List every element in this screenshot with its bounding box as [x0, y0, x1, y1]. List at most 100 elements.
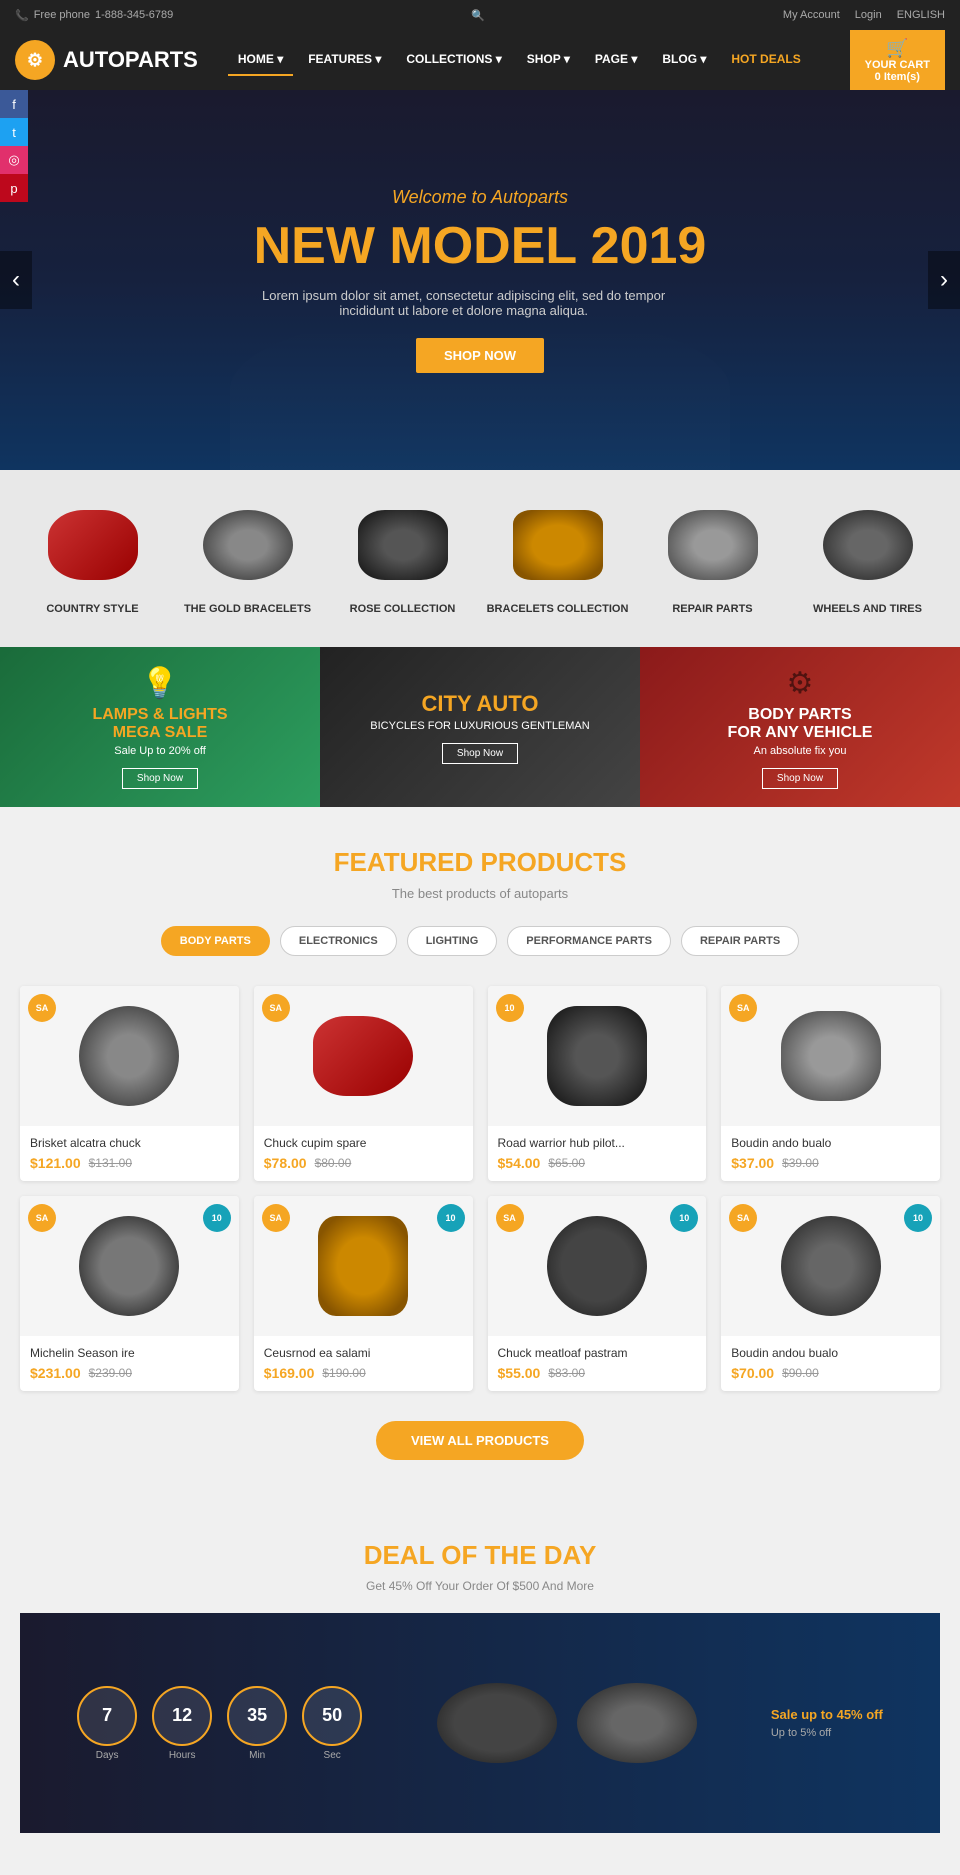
product-info: Chuck meatloaf pastram $55.00 $83.00 — [488, 1336, 707, 1391]
nav-home[interactable]: HOME ▾ — [228, 44, 293, 76]
product-card[interactable]: SA 10 Ceusrnod ea salami $169.00 $190.00 — [254, 1196, 473, 1391]
price-old: $65.00 — [548, 1156, 585, 1170]
phone-icon: 📞 — [15, 9, 29, 22]
product-price: $55.00 $83.00 — [498, 1365, 697, 1381]
nav-shop[interactable]: SHOP ▾ — [517, 44, 580, 76]
promo-city-subtitle: BICYCLES FOR LUXURIOUS GENTLEMAN — [370, 720, 589, 732]
product-card[interactable]: SA 10 Chuck meatloaf pastram $55.00 $83.… — [488, 1196, 707, 1391]
header: ⚙ AUTOPARTS HOME ▾ FEATURES ▾ COLLECTION… — [0, 30, 960, 90]
promo-body-btn[interactable]: Shop Now — [762, 768, 838, 789]
nav-collections[interactable]: COLLECTIONS ▾ — [396, 44, 511, 76]
deal-product-2 — [577, 1683, 697, 1763]
category-label-country-style: COUNTRY STYLE — [46, 602, 138, 617]
category-repair-parts[interactable]: REPAIR PARTS — [640, 500, 785, 617]
my-account-link[interactable]: My Account — [783, 9, 840, 21]
promo-banners: 💡 LAMPS & LIGHTSMEGA SALE Sale Up to 20%… — [0, 647, 960, 807]
logo[interactable]: ⚙ AUTOPARTS — [15, 40, 198, 80]
timer-hours-label: Hours — [152, 1750, 212, 1761]
product-info: Ceusrnod ea salami $169.00 $190.00 — [254, 1336, 473, 1391]
instagram-icon[interactable]: ◎ — [0, 146, 28, 174]
product-card[interactable]: SA Boudin ando bualo $37.00 $39.00 — [721, 986, 940, 1181]
logo-icon: ⚙ — [15, 40, 55, 80]
product-name: Boudin ando bualo — [731, 1136, 930, 1150]
promo-banner-lamps[interactable]: 💡 LAMPS & LIGHTSMEGA SALE Sale Up to 20%… — [0, 647, 320, 807]
tab-repair[interactable]: REPAIR PARTS — [681, 926, 799, 956]
tab-body-parts[interactable]: BODY PARTS — [161, 926, 270, 956]
featured-section: FEATURED PRODUCTS The best products of a… — [0, 807, 960, 1500]
tab-electronics[interactable]: ELECTRONICS — [280, 926, 397, 956]
price-old: $83.00 — [548, 1366, 585, 1380]
nav-blog[interactable]: BLOG ▾ — [652, 44, 716, 76]
facebook-icon[interactable]: f — [0, 90, 28, 118]
timer-days: 7 Days — [77, 1686, 137, 1761]
deal-title: DEAL OF THE DAY — [20, 1540, 940, 1571]
category-bracelets-collection[interactable]: BRACELETS COLLECTION — [485, 500, 630, 617]
cart-button[interactable]: 🛒 YOUR CART 0 Item(s) — [850, 30, 945, 90]
promo-banner-body[interactable]: ⚙ BODY PARTSFOR ANY VEHICLE An absolute … — [640, 647, 960, 807]
category-grid: COUNTRY STYLE THE GOLD BRACELETS ROSE CO… — [20, 500, 940, 617]
timer-hours: 12 Hours — [152, 1686, 212, 1761]
promo-city-btn[interactable]: Shop Now — [442, 743, 518, 764]
tab-performance[interactable]: PERFORMANCE PARTS — [507, 926, 671, 956]
hero-subtitle: Welcome to Autoparts — [254, 187, 707, 208]
view-more-button[interactable]: VIEW ALL PRODUCTS — [376, 1421, 584, 1460]
phone-number[interactable]: 1-888-345-6789 — [95, 9, 173, 21]
pinterest-icon[interactable]: p — [0, 174, 28, 202]
price-old: $39.00 — [782, 1156, 819, 1170]
hero-next-button[interactable]: › — [928, 251, 960, 309]
category-label-wheels-tires: WHEELS AND TIRES — [813, 602, 922, 617]
hero-cta-button[interactable]: SHOP NOW — [416, 338, 544, 373]
promo-lamps-btn[interactable]: Shop Now — [122, 768, 198, 789]
language-selector[interactable]: ENGLISH — [897, 9, 945, 21]
main-nav: HOME ▾ FEATURES ▾ COLLECTIONS ▾ SHOP ▾ P… — [228, 44, 811, 76]
bumper-img — [313, 1016, 413, 1096]
deal-subtitle: Get 45% Off Your Order Of $500 And More — [20, 1579, 940, 1593]
login-link[interactable]: Login — [855, 9, 882, 21]
deal-offer-text: Up to 5% off — [771, 1727, 883, 1739]
product-card[interactable]: SA 10 Boudin andou bualo $70.00 $90.00 — [721, 1196, 940, 1391]
promo-banner-city[interactable]: CITY AUTO BICYCLES FOR LUXURIOUS GENTLEM… — [320, 647, 640, 807]
price-old: $239.00 — [89, 1366, 132, 1380]
deal-heading: DEAL OF THE DAY — [20, 1540, 940, 1571]
categories-section: COUNTRY STYLE THE GOLD BRACELETS ROSE CO… — [0, 470, 960, 647]
price-current: $54.00 — [498, 1155, 541, 1171]
price-current: $231.00 — [30, 1365, 81, 1381]
category-img-repair-parts — [658, 500, 768, 590]
product-card[interactable]: SA Brisket alcatra chuck $121.00 $131.00 — [20, 986, 239, 1181]
tire-img — [547, 1216, 647, 1316]
nav-page[interactable]: PAGE ▾ — [585, 44, 647, 76]
category-wheels-tires[interactable]: WHEELS AND TIRES — [795, 500, 940, 617]
product-card[interactable]: SA 10 Michelin Season ire $231.00 $239.0… — [20, 1196, 239, 1391]
product-card[interactable]: SA Chuck cupim spare $78.00 $80.00 — [254, 986, 473, 1181]
category-label-rose-collection: ROSE COLLECTION — [350, 602, 456, 617]
twitter-icon[interactable]: t — [0, 118, 28, 146]
category-country-style[interactable]: COUNTRY STYLE — [20, 500, 165, 617]
top-bar-right: My Account Login ENGLISH — [783, 9, 945, 21]
deal-timer: 7 Days 12 Hours 35 Min 50 Sec — [77, 1686, 362, 1761]
nav-features[interactable]: FEATURES ▾ — [298, 44, 391, 76]
featured-heading-highlight: FEATURED — [334, 847, 474, 877]
product-name: Brisket alcatra chuck — [30, 1136, 229, 1150]
nav-hot-deals[interactable]: HOT DEALS — [721, 44, 810, 76]
product-badge-blue: 10 — [203, 1204, 231, 1232]
country-style-icon — [48, 510, 138, 580]
price-old: $131.00 — [89, 1156, 132, 1170]
filter-img — [318, 1216, 408, 1316]
rose-collection-icon — [358, 510, 448, 580]
product-price: $169.00 $190.00 — [264, 1365, 463, 1381]
product-name: Ceusrnod ea salami — [264, 1346, 463, 1360]
search-icon[interactable]: 🔍 — [471, 9, 485, 22]
featured-heading-rest: PRODUCTS — [473, 847, 626, 877]
hero-prev-button[interactable]: ‹ — [0, 251, 32, 309]
product-card[interactable]: 10 Road warrior hub pilot... $54.00 $65.… — [488, 986, 707, 1181]
tab-lighting[interactable]: LIGHTING — [407, 926, 498, 956]
product-badge-10: 10 — [496, 994, 524, 1022]
wheel-img — [781, 1216, 881, 1316]
view-more-wrap: VIEW ALL PRODUCTS — [20, 1421, 940, 1460]
category-gold-bracelets[interactable]: THE GOLD BRACELETS — [175, 500, 320, 617]
top-bar-left: 📞 Free phone 1-888-345-6789 — [15, 9, 173, 22]
timer-days-value: 7 — [77, 1686, 137, 1746]
promo-city-title: CITY AUTO — [422, 691, 539, 717]
wheels-tires-icon — [823, 510, 913, 580]
category-rose-collection[interactable]: ROSE COLLECTION — [330, 500, 475, 617]
